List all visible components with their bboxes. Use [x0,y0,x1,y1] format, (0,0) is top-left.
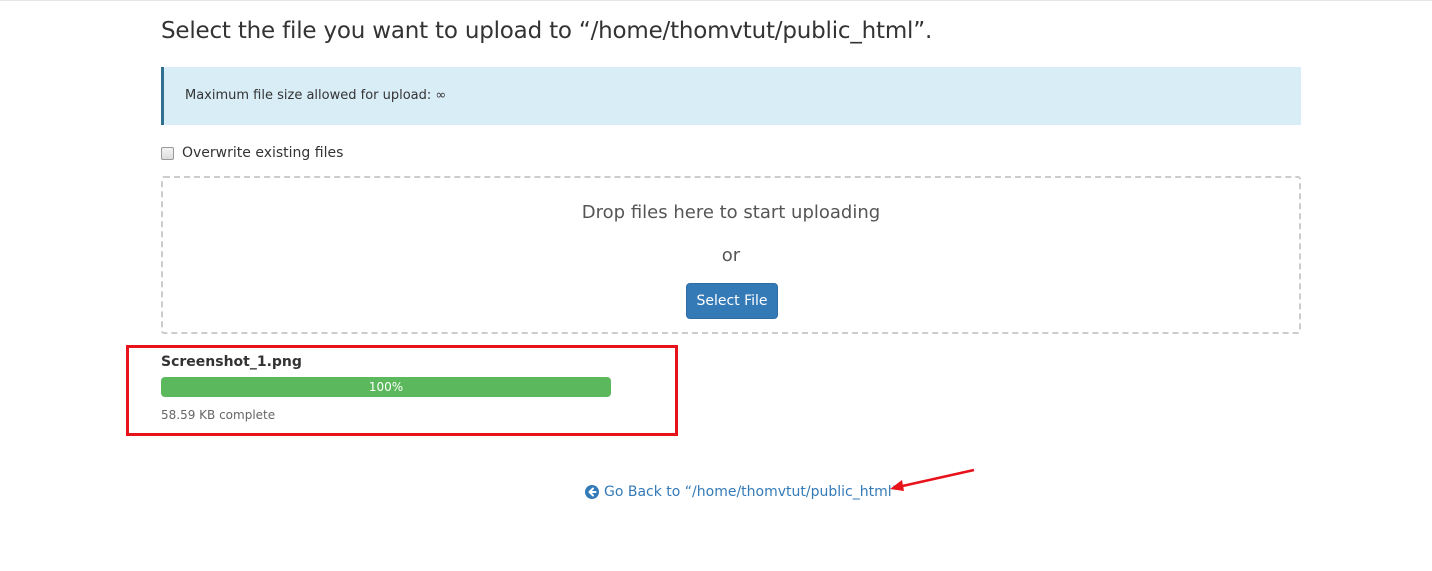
go-back-link[interactable]: Go Back to “/home/thomvtut/public_html” [585,484,899,500]
overwrite-checkbox[interactable] [161,146,174,160]
drop-files-text: Drop files here to start uploading [581,202,881,223]
go-back-label: Go Back to “/home/thomvtut/public_html” [604,484,899,500]
uploaded-file-name: Screenshot_1.png [161,354,302,370]
upload-progress: 100% [161,377,611,397]
file-dropzone[interactable]: Drop files here to start uploading or Se… [161,176,1301,334]
upload-status: 58.59 KB complete [161,408,276,422]
annotation-arrow-icon [890,468,975,491]
max-file-size-text: Maximum file size allowed for upload: ∞ [185,88,447,103]
max-file-size-alert: Maximum file size allowed for upload: ∞ [161,67,1301,125]
select-file-button[interactable]: Select File [686,283,778,319]
overwrite-label: Overwrite existing files [182,145,344,161]
overwrite-option[interactable]: Overwrite existing files [161,145,343,161]
upload-progress-bar: 100% [161,377,611,397]
page-title: Select the file you want to upload to “/… [161,18,933,44]
top-divider [0,0,1432,1]
arrow-circle-left-icon [585,485,599,499]
or-text: or [721,245,741,266]
